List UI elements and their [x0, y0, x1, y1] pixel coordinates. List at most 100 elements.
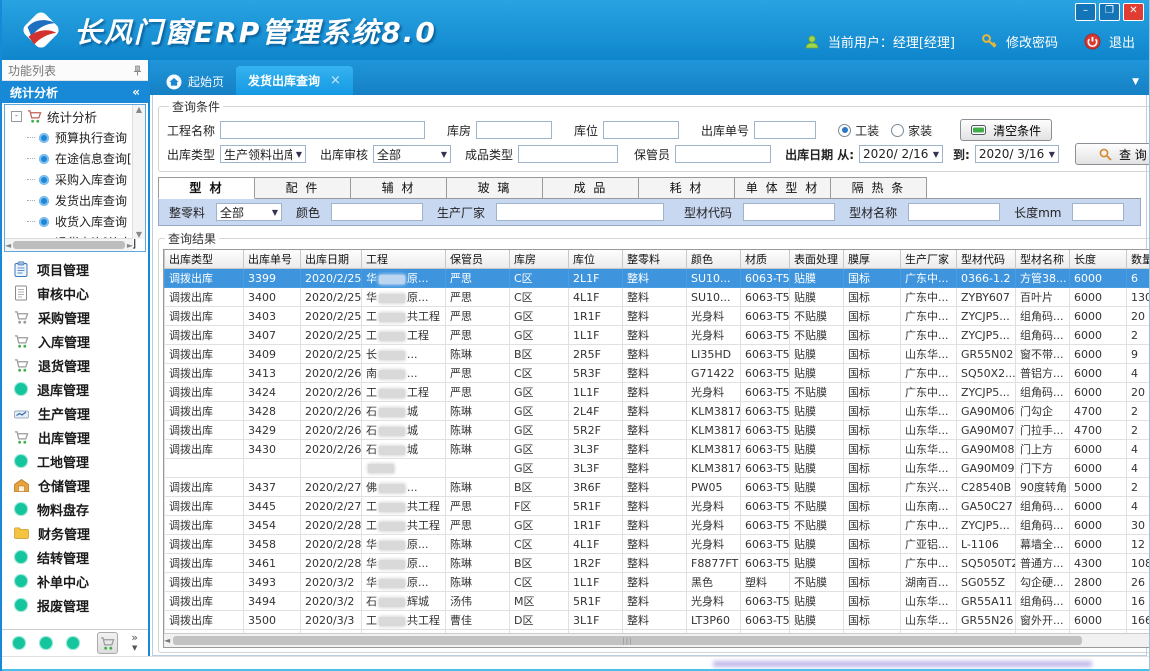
radio-gongzhuang[interactable]: 工装 [838, 122, 879, 139]
warehouse-input[interactable] [476, 121, 552, 139]
sidebar-item-出库管理[interactable]: 出库管理 [2, 425, 148, 449]
table-row[interactable]: 调拨出库34292020/2/26石城陈琳G区5R2F整料KLM38176063… [165, 421, 1150, 440]
profile-code-input[interactable] [743, 203, 835, 221]
column-header-出库类型[interactable]: 出库类型 [165, 250, 244, 269]
cart-module-button[interactable] [97, 632, 118, 654]
material-tab-4[interactable]: 玻 璃 [447, 177, 543, 199]
column-header-库房[interactable]: 库房 [510, 250, 569, 269]
tree-vertical-scrollbar[interactable]: ▲▼ [132, 105, 145, 239]
material-tab-3[interactable]: 辅 材 [351, 177, 447, 199]
table-row[interactable]: 调拨出库34072020/2/25工工程严思G区1L1F整料光身料6063-T5… [165, 326, 1150, 345]
column-header-保管员[interactable]: 保管员 [446, 250, 510, 269]
tree-item[interactable]: 预算执行查询 [5, 127, 145, 148]
sidebar-item-审核中心[interactable]: 审核中心 [2, 281, 148, 305]
material-tab-2[interactable]: 配 件 [255, 177, 351, 199]
tab-shipment-query[interactable]: 发货出库查询 × [236, 66, 353, 95]
sidebar-item-退货管理[interactable]: 退货管理 [2, 353, 148, 377]
close-button[interactable]: ✕ [1123, 3, 1144, 21]
table-row[interactable]: 调拨出库34002020/2/25华原...严思C区4L1F整料SU10...6… [165, 288, 1150, 307]
table-row[interactable]: 调拨出库34132020/2/26南...严思C区5R3F整料G71422606… [165, 364, 1150, 383]
column-header-工程[interactable]: 工程 [362, 250, 446, 269]
sidebar-item-财务管理[interactable]: 财务管理 [2, 521, 148, 545]
pin-icon[interactable] [133, 65, 142, 76]
column-header-库位[interactable]: 库位 [569, 250, 623, 269]
tree-item[interactable]: 收货入库查询 [5, 211, 145, 232]
date-to-picker[interactable]: 2020/ 3/16▼ [975, 145, 1059, 163]
length-input[interactable] [1072, 203, 1124, 221]
table-row[interactable]: 调拨出库34302020/2/26石城陈琳G区3L3F整料KLM38176063… [165, 440, 1150, 459]
table-row[interactable]: 调拨出库34282020/2/26石城陈琳G区2L4F整料KLM38176063… [165, 402, 1150, 421]
radio-jiazhuang[interactable]: 家装 [891, 122, 932, 139]
table-row[interactable]: 调拨出库34452020/2/27工共工程严思F区5R1F整料光身料6063-T… [165, 497, 1150, 516]
audit-select[interactable]: 全部▼ [373, 145, 451, 163]
column-header-膜厚[interactable]: 膜厚 [844, 250, 901, 269]
color-input[interactable] [331, 203, 423, 221]
table-row[interactable]: 调拨出库34542020/2/28工共工程严思G区1R1F整料光身料6063-T… [165, 516, 1150, 535]
column-header-表面处理[interactable]: 表面处理 [790, 250, 844, 269]
scroll-left-icon[interactable]: ◄ [164, 636, 170, 645]
sidebar-item-生产管理[interactable]: 生产管理 [2, 401, 148, 425]
column-header-材质[interactable]: 材质 [741, 250, 790, 269]
tree-expander-icon[interactable]: - [11, 111, 22, 122]
table-row[interactable]: 调拨出库34612020/2/28华原...陈琳B区1R2F整料F8877FT6… [165, 554, 1150, 573]
tab-list-caret-icon[interactable]: ▼ [1132, 77, 1139, 87]
location-input[interactable] [603, 121, 679, 139]
outbound-type-select[interactable]: 生产领料出库▼ [220, 145, 306, 163]
table-row[interactable]: 调拨出库34372020/2/27佛...陈琳B区3R6F整料PW056063-… [165, 478, 1150, 497]
column-header-型材名称[interactable]: 型材名称 [1016, 250, 1070, 269]
sidebar-item-项目管理[interactable]: 项目管理 [2, 257, 148, 281]
tree-item[interactable]: 发货出库查询 [5, 190, 145, 211]
tab-close-icon[interactable]: × [330, 73, 341, 88]
product-type-input[interactable] [518, 145, 618, 163]
sidebar-item-结转管理[interactable]: 结转管理 [2, 545, 148, 569]
sidebar-item-物料盘存[interactable]: 物料盘存 [2, 497, 148, 521]
tab-home[interactable]: 起始页 [154, 68, 236, 95]
search-button[interactable]: 查 询 [1075, 143, 1150, 165]
column-header-长度[interactable]: 长度 [1070, 250, 1127, 269]
profile-name-input[interactable] [908, 203, 1000, 221]
clear-conditions-button[interactable]: 清空条件 [960, 119, 1052, 141]
column-header-数量[interactable]: 数量 [1127, 250, 1150, 269]
sidebar-item-工地管理[interactable]: 工地管理 [2, 449, 148, 473]
material-tab-7[interactable]: 单 体 型 材 [735, 177, 831, 199]
column-header-出库日期[interactable]: 出库日期 [301, 250, 362, 269]
sidebar-section-header[interactable]: 统计分析 « [2, 81, 148, 103]
logout-link[interactable]: 退出 [1109, 32, 1135, 51]
sidebar-item-仓储管理[interactable]: 仓储管理 [2, 473, 148, 497]
sidebar-item-退库管理[interactable]: 退库管理 [2, 377, 148, 401]
project-name-input[interactable] [220, 121, 425, 139]
column-header-型材代码[interactable]: 型材代码 [957, 250, 1016, 269]
collapsed-module-icon[interactable] [66, 636, 80, 650]
column-header-整零料[interactable]: 整零料 [623, 250, 687, 269]
material-tab-6[interactable]: 耗 材 [639, 177, 735, 199]
sidebar-item-采购管理[interactable]: 采购管理 [2, 305, 148, 329]
table-row[interactable]: 调拨出库34092020/2/25长...陈琳B区2R5F整料LI35HD606… [165, 345, 1150, 364]
table-row[interactable]: 调拨出库34942020/3/2石辉城汤伟M区5R1F整料光身料6063-T5贴… [165, 592, 1150, 611]
table-row[interactable]: 调拨出库35002020/3/3工共工程曹佳D区3L1F整料LT3P606063… [165, 611, 1150, 630]
material-tab-8[interactable]: 隔 热 条 [831, 177, 927, 199]
collapse-icon[interactable]: « [132, 85, 140, 99]
order-no-input[interactable] [754, 121, 816, 139]
tree-root[interactable]: - 统计分析 [5, 105, 145, 127]
overflow-chevron[interactable]: »▼ [131, 633, 138, 653]
table-row[interactable]: G区3L3F整料KLM38176063-T5贴膜国标山东华...GA90M09.… [165, 459, 1150, 478]
collapsed-module-icon[interactable] [39, 636, 53, 650]
table-row[interactable]: 调拨出库34932020/3/2华原...陈琳C区1L1F整料黑色塑料不贴膜国标… [165, 573, 1150, 592]
table-row[interactable]: 调拨出库34032020/2/25工共工程严思G区1R1F整料光身料6063-T… [165, 307, 1150, 326]
material-tab-5[interactable]: 成 品 [543, 177, 639, 199]
keeper-input[interactable] [675, 145, 771, 163]
table-row[interactable]: 调拨出库33992020/2/25华原...严思C区2L1F整料SU10...6… [165, 269, 1150, 288]
maximize-button[interactable]: ❐ [1099, 3, 1120, 21]
horizontal-scroll-thumb[interactable]: ||| [173, 636, 1082, 645]
grid-horizontal-scrollbar[interactable]: ◄ ||| ► [164, 633, 1150, 647]
tree-horizontal-scrollbar[interactable]: ◄► [5, 238, 133, 251]
table-row[interactable]: 调拨出库34242020/2/26工工程严思G区1L1F整料光身料6063-T5… [165, 383, 1150, 402]
material-tab-1[interactable]: 型 材 [158, 177, 255, 199]
tree-item[interactable]: 在途信息查询[待 [5, 148, 145, 169]
collapsed-module-icon[interactable] [12, 636, 26, 650]
sidebar-item-补单中心[interactable]: 补单中心 [2, 569, 148, 593]
sidebar-item-报废管理[interactable]: 报废管理 [2, 593, 148, 617]
change-password-link[interactable]: 修改密码 [1006, 32, 1058, 51]
column-header-出库单号[interactable]: 出库单号 [244, 250, 301, 269]
whole-piece-select[interactable]: 全部▼ [216, 203, 282, 221]
